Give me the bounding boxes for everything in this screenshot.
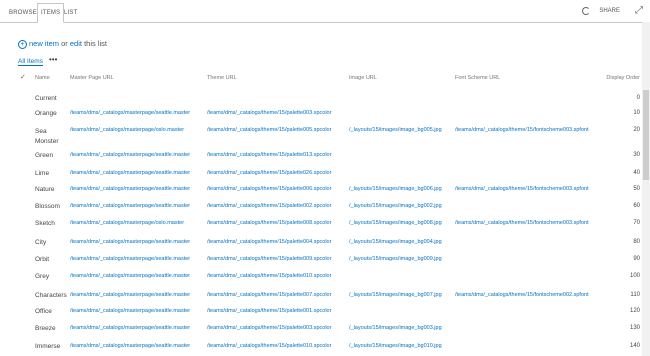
display-order-value: 20 <box>633 127 640 133</box>
image-url[interactable]: /_layouts/15/images/image_bg004.jpg <box>349 239 442 245</box>
display-order-value: 0 <box>636 95 640 101</box>
theme-url[interactable]: /teams/dms/_catalogs/theme/15/palette005… <box>207 127 331 133</box>
header-name[interactable]: Name <box>35 75 50 81</box>
item-name[interactable]: Blossom <box>35 203 60 210</box>
view-all-items[interactable]: All Items <box>18 58 43 66</box>
master-page-url[interactable]: /teams/dms/_catalogs/masterpage/seattle.… <box>70 273 190 279</box>
image-url[interactable]: /_layouts/15/images/image_bg010.jpg <box>349 343 442 349</box>
display-order-value: 120 <box>629 308 640 314</box>
item-name[interactable]: Office <box>35 308 52 315</box>
master-page-url[interactable]: /teams/dms/_catalogs/masterpage/seattle.… <box>70 152 190 158</box>
scrollbar[interactable] <box>642 22 650 356</box>
theme-url[interactable]: /teams/dms/_catalogs/theme/15/palette008… <box>207 220 331 226</box>
master-page-url[interactable]: /teams/dms/_catalogs/masterpage/oslo.mas… <box>70 220 184 226</box>
theme-url[interactable]: /teams/dms/_catalogs/theme/15/palette009… <box>207 256 331 262</box>
item-name[interactable]: Current <box>35 95 57 102</box>
theme-url[interactable]: /teams/dms/_catalogs/theme/15/palette010… <box>207 273 331 279</box>
header-image-url[interactable]: Image URL <box>349 75 377 81</box>
tab-browse[interactable]: BROWSE <box>9 4 37 22</box>
display-order-value: 140 <box>629 343 640 349</box>
edit-link[interactable]: edit <box>70 39 82 48</box>
theme-url[interactable]: /teams/dms/_catalogs/theme/15/palette006… <box>207 186 331 192</box>
theme-url[interactable]: /teams/dms/_catalogs/theme/15/palette010… <box>207 343 331 349</box>
item-name[interactable]: City <box>35 239 46 246</box>
focus-on-content-icon[interactable]: ⤢ <box>635 6 643 16</box>
theme-url[interactable]: /teams/dms/_catalogs/theme/15/palette001… <box>207 308 331 314</box>
share-button[interactable]: SHARE <box>599 8 620 14</box>
image-url[interactable]: /_layouts/15/images/image_bg005.jpg <box>349 127 442 133</box>
display-order-value: 50 <box>633 186 640 192</box>
tab-items[interactable]: ITEMS <box>37 3 65 23</box>
image-url[interactable]: /_layouts/15/images/image_bg006.jpg <box>349 186 442 192</box>
header-font-scheme-url[interactable]: Font Scheme URL <box>455 75 500 81</box>
theme-url[interactable]: /teams/dms/_catalogs/theme/15/palette007… <box>207 292 331 298</box>
image-url[interactable]: /_layouts/15/images/image_bg009.jpg <box>349 256 442 262</box>
image-url[interactable]: /_layouts/15/images/image_bg007.jpg <box>349 292 442 298</box>
display-order-value: 80 <box>633 239 640 245</box>
master-page-url[interactable]: /teams/dms/_catalogs/masterpage/seattle.… <box>70 110 190 116</box>
item-name[interactable]: Sea Monster <box>35 127 63 147</box>
display-order-value: 30 <box>633 152 640 158</box>
display-order-value: 70 <box>633 220 640 226</box>
font-scheme-url[interactable]: /teams/dms/_catalogs/theme/15/fontscheme… <box>455 292 589 298</box>
item-name[interactable]: Orange <box>35 110 57 117</box>
this-list-text: this list <box>84 39 107 48</box>
font-scheme-url[interactable]: /teams/dms/_catalogs/theme/15/fontscheme… <box>455 186 589 192</box>
item-name[interactable]: Nature <box>35 186 55 193</box>
master-page-url[interactable]: /teams/dms/_catalogs/masterpage/seattle.… <box>70 343 190 349</box>
item-name[interactable]: Orbit <box>35 256 49 263</box>
plus-icon[interactable]: + <box>18 39 27 49</box>
master-page-url[interactable]: /teams/dms/_catalogs/masterpage/seattle.… <box>70 256 190 262</box>
ribbon: BROWSE ITEMS LIST SHARE ⤢ <box>0 0 650 23</box>
master-page-url[interactable]: /teams/dms/_catalogs/masterpage/oslo.mas… <box>70 127 184 133</box>
header-display-order[interactable]: Display Order <box>606 75 640 81</box>
master-page-url[interactable]: /teams/dms/_catalogs/masterpage/seattle.… <box>70 239 190 245</box>
theme-url[interactable]: /teams/dms/_catalogs/theme/15/palette004… <box>207 239 331 245</box>
theme-url[interactable]: /teams/dms/_catalogs/theme/15/palette003… <box>207 110 331 116</box>
master-page-url[interactable]: /teams/dms/_catalogs/masterpage/seattle.… <box>70 325 190 331</box>
font-scheme-url[interactable]: /teams/dms/_catalogs/theme/15/fontscheme… <box>455 127 589 133</box>
display-order-value: 90 <box>633 256 640 262</box>
display-order-value: 60 <box>633 203 640 209</box>
item-name[interactable]: Characters <box>35 292 67 299</box>
item-name[interactable]: Grey <box>35 273 49 280</box>
master-page-url[interactable]: /teams/dms/_catalogs/masterpage/seattle.… <box>70 203 190 209</box>
theme-url[interactable]: /teams/dms/_catalogs/theme/15/palette026… <box>207 170 331 176</box>
master-page-url[interactable]: /teams/dms/_catalogs/masterpage/seattle.… <box>70 186 190 192</box>
new-item-bar: + new item or edit this list <box>18 39 107 49</box>
or-text: or <box>61 39 68 48</box>
select-all-checkmark[interactable]: ✓ <box>20 73 26 81</box>
new-item-link[interactable]: new item <box>29 39 59 48</box>
header-master-page-url[interactable]: Master Page URL <box>70 75 114 81</box>
theme-url[interactable]: /teams/dms/_catalogs/theme/15/palette002… <box>207 203 331 209</box>
item-name[interactable]: Sketch <box>35 220 55 227</box>
image-url[interactable]: /_layouts/15/images/image_bg003.jpg <box>349 325 442 331</box>
more-options-icon[interactable]: ••• <box>49 55 57 64</box>
item-name[interactable]: Lime <box>35 170 49 177</box>
share-icon[interactable] <box>582 7 590 15</box>
font-scheme-url[interactable]: /teams/dms/_catalogs/theme/15/fontscheme… <box>455 220 589 226</box>
display-order-value: 110 <box>630 292 640 298</box>
master-page-url[interactable]: /teams/dms/_catalogs/masterpage/seattle.… <box>70 170 190 176</box>
scrollbar-thumb[interactable] <box>643 90 649 180</box>
tab-list[interactable]: LIST <box>64 4 77 22</box>
theme-url[interactable]: /teams/dms/_catalogs/theme/15/palette013… <box>207 152 331 158</box>
display-order-value: 100 <box>629 273 640 279</box>
theme-url[interactable]: /teams/dms/_catalogs/theme/15/palette003… <box>207 325 331 331</box>
image-url[interactable]: /_layouts/15/images/image_bg002.jpg <box>349 203 442 209</box>
master-page-url[interactable]: /teams/dms/_catalogs/masterpage/seattle.… <box>70 292 190 298</box>
display-order-value: 130 <box>629 325 640 331</box>
item-name[interactable]: Green <box>35 152 53 159</box>
item-name[interactable]: Breeze <box>35 325 56 332</box>
item-name[interactable]: Immerse <box>35 343 60 350</box>
header-theme-url[interactable]: Theme URL <box>207 75 237 81</box>
display-order-value: 10 <box>633 110 640 116</box>
image-url[interactable]: /_layouts/15/images/image_bg008.jpg <box>349 220 442 226</box>
display-order-value: 40 <box>633 170 640 176</box>
master-page-url[interactable]: /teams/dms/_catalogs/masterpage/seattle.… <box>70 308 190 314</box>
